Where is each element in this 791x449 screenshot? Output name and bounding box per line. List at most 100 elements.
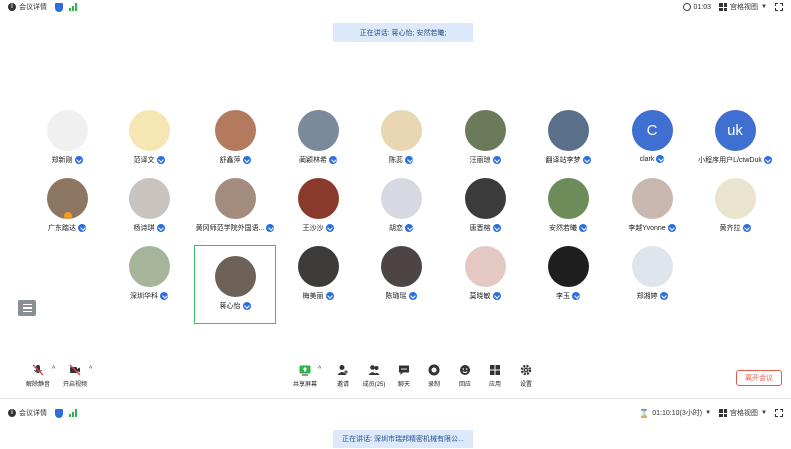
participant-name: 黄齐拉 (719, 225, 741, 232)
avatar (714, 178, 756, 219)
participant-name: 黄冈师范学院外国语... (195, 225, 265, 232)
participant-name: 陈璐瑶 (385, 293, 407, 300)
reactions-button[interactable]: 回应 (450, 364, 480, 392)
participant-tile[interactable]: 唐晋榕 (444, 168, 526, 238)
chevron-down-icon[interactable]: ▼ (705, 410, 711, 416)
leave-meeting-button[interactable]: 离开会议 (736, 370, 782, 386)
timer-text: 01:03 (693, 3, 712, 11)
participant-name-row: 蔺颖林希 (299, 155, 337, 165)
participant-tile[interactable]: 莫晓敏 (444, 236, 526, 306)
avatar (297, 178, 339, 219)
participant-name-row: 陈璐瑶 (386, 291, 417, 301)
record-button[interactable]: 录制 (419, 364, 449, 392)
host-badge-icon (63, 212, 72, 219)
participant-tile[interactable]: 郑新刚 (26, 100, 108, 170)
meeting-info-button-2[interactable]: i 会议详情 (8, 408, 47, 418)
verified-badge-icon (405, 156, 413, 164)
participant-tile[interactable]: 胡恋 (360, 168, 442, 238)
participant-tile[interactable]: 蒋心怡 (194, 245, 276, 324)
members-label: 成员(25) (362, 382, 386, 388)
signal-strength-icon[interactable] (69, 409, 77, 417)
camera-off-icon (69, 364, 81, 376)
members-icon (368, 364, 380, 376)
participant-tile[interactable]: 黄齐拉 (694, 168, 776, 238)
participant-name-row: 黄齐拉 (720, 223, 751, 233)
grid-view-icon (719, 3, 728, 11)
verified-badge-icon (242, 302, 251, 310)
view-mode-toggle[interactable]: 宫格视图 ▼ (719, 2, 767, 12)
participant-name: 郑湘婷 (636, 293, 658, 300)
avatar (380, 178, 422, 219)
avatar (464, 246, 506, 287)
verified-badge-icon (659, 292, 668, 300)
start-video-button[interactable]: 开启视频 (60, 364, 90, 392)
members-button[interactable]: 成员(25) (358, 364, 390, 392)
verified-badge-icon (325, 292, 334, 300)
participant-tile[interactable]: 郑湘婷 (611, 236, 693, 306)
apps-label: 应用 (488, 382, 501, 388)
avatar (464, 178, 506, 219)
participant-tile[interactable]: 王沙沙 (277, 168, 359, 238)
participant-name-row: 郑新刚 (52, 155, 83, 165)
participant-tile[interactable]: 蔺颖林希 (277, 100, 359, 170)
apps-button[interactable]: 应用 (480, 364, 510, 392)
participant-list-toggle[interactable] (18, 300, 36, 316)
speaking-banner: 正在讲话: 蒋心怡; 安然若曦; (333, 23, 473, 42)
participant-tile[interactable]: 安然若曦 (527, 168, 609, 238)
participant-tile[interactable]: 陈蕊 (360, 100, 442, 170)
participant-name: 范译文 (133, 157, 155, 164)
participant-tile[interactable]: 黄冈师范学院外国语... (194, 168, 276, 238)
security-shield-icon[interactable] (55, 408, 63, 418)
participant-name: 李玉 (556, 293, 570, 300)
verified-badge-icon (408, 292, 417, 300)
avatar (214, 256, 256, 297)
participant-name: 王沙沙 (302, 225, 324, 232)
reaction-icon (459, 364, 471, 376)
audio-options-caret-icon[interactable]: ^ (52, 366, 55, 373)
view-mode-toggle-2[interactable]: 宫格视图 ▼ (719, 408, 767, 418)
participant-tile[interactable]: 梅美丽 (277, 236, 359, 306)
participant-tile[interactable]: 舒鑫萍 (194, 100, 276, 170)
verified-badge-icon (656, 155, 665, 163)
participant-tile[interactable]: uk 小程序用户L/ctwDuk (694, 100, 776, 170)
window-divider (0, 398, 791, 399)
share-options-caret-icon[interactable]: ^ (318, 366, 321, 373)
participant-tile[interactable]: 李玉 (527, 236, 609, 306)
fullscreen-icon[interactable] (775, 3, 783, 11)
verified-badge-icon (742, 224, 751, 232)
avatar (547, 178, 589, 219)
participant-tile[interactable]: 范译文 (108, 100, 190, 170)
settings-button[interactable]: 设置 (511, 364, 541, 392)
participant-tile[interactable]: Cclark (611, 100, 693, 170)
invite-button[interactable]: 邀请 (328, 364, 358, 392)
unmute-button[interactable]: 解除静音 (22, 364, 54, 392)
participant-name-row: 胡恋 (389, 223, 413, 233)
participant-tile[interactable]: 杨诗琪 (108, 168, 190, 238)
verified-badge-icon (582, 156, 591, 164)
participant-tile[interactable]: 陈璐瑶 (360, 236, 442, 306)
second-window-top-bar: i 会议详情 ⌛ 01:10:10(3小时) ▼ 宫格视图 ▼ (0, 406, 791, 420)
microphone-muted-icon (32, 364, 44, 376)
share-screen-icon (299, 364, 311, 376)
share-screen-button[interactable]: 共享屏幕 (290, 364, 320, 392)
participant-name-row: 范译文 (134, 155, 165, 165)
unmute-label: 解除静音 (25, 382, 50, 388)
participant-tile[interactable]: 汪丽琼 (444, 100, 526, 170)
avatar: uk (714, 110, 756, 151)
participant-tile[interactable]: 翻译站李梦 (527, 100, 609, 170)
participant-tile[interactable]: 李越Yvonne (611, 168, 693, 238)
participant-tile[interactable]: 深圳华科 (108, 236, 190, 306)
fullscreen-icon[interactable] (775, 409, 783, 417)
avatar (128, 110, 170, 151)
meeting-info-button[interactable]: i 会议详情 (8, 2, 47, 12)
verified-badge-icon (572, 292, 580, 300)
participant-name: 舒鑫萍 (219, 157, 241, 164)
chat-button[interactable]: 聊天 (389, 364, 419, 392)
participant-tile[interactable]: 广东踏达 (26, 168, 108, 238)
security-shield-icon[interactable] (55, 2, 63, 12)
avatar (631, 246, 673, 287)
verified-badge-icon (579, 224, 587, 232)
signal-strength-icon[interactable] (69, 3, 77, 11)
video-options-caret-icon[interactable]: ^ (89, 366, 92, 373)
avatar (380, 246, 422, 287)
